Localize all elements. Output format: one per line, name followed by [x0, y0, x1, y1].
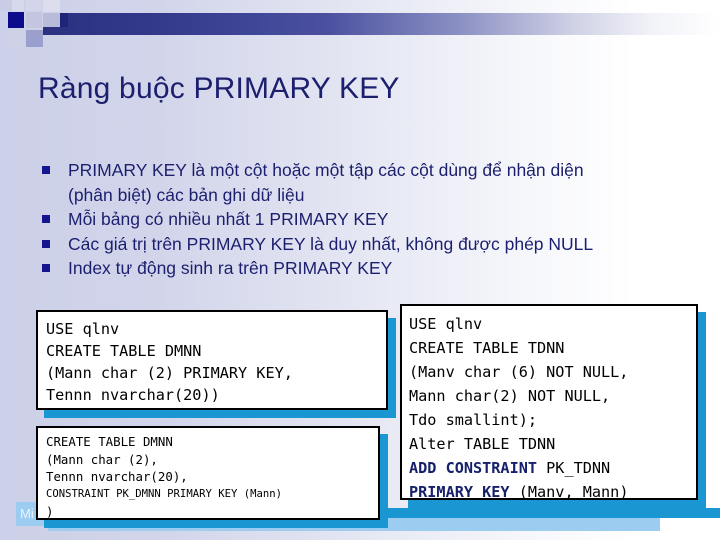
code-line: Mann char(2) NOT NULL, — [409, 387, 611, 405]
code-line: ) — [46, 504, 54, 519]
slide-canvas: Ràng buộc PRIMARY KEY PRIMARY KEY là một… — [0, 0, 720, 540]
code-line: ADD CONSTRAINT PK_TDNN — [409, 456, 696, 480]
code-text: (Manv, Mann) — [509, 483, 629, 501]
bullet-square-icon — [42, 264, 50, 272]
code-line: PRIMARY KEY (Manv, Mann) — [409, 480, 696, 504]
code-line: USE qlnv — [409, 315, 483, 333]
deco-square — [43, 0, 60, 12]
code-line: (Manv char (6) NOT NULL, — [409, 363, 629, 381]
list-item-label-cont: (phân biệt) các bản ghi dữ liệu — [68, 184, 305, 205]
deco-square — [26, 30, 43, 47]
deco-square — [26, 12, 42, 28]
page-title: Ràng buộc PRIMARY KEY — [38, 72, 400, 105]
list-item: Các giá trị trên PRIMARY KEY là duy nhất… — [40, 232, 690, 257]
header-gradient-bar — [43, 13, 720, 35]
code-keyword: ADD CONSTRAINT — [409, 459, 538, 477]
code-block-create-table-dmnn-constraint: CREATE TABLE DMNN (Mann char (2), Tennn … — [36, 426, 380, 520]
list-item-label: Mỗi bảng có nhiều nhất 1 PRIMARY KEY — [68, 209, 389, 229]
code-block-create-table-dmnn-inline: USE qlnv CREATE TABLE DMNN (Mann char (2… — [36, 310, 388, 410]
list-item-label: PRIMARY KEY là một cột hoặc một tập các … — [68, 160, 584, 180]
bullet-square-icon — [42, 166, 50, 174]
deco-square — [43, 13, 60, 27]
code-text: PK_TDNN — [537, 459, 611, 477]
deco-square — [8, 30, 24, 47]
code-block-alter-table-tdnn: USE qlnv CREATE TABLE TDNN (Manv char (6… — [400, 304, 698, 501]
list-item: Mỗi bảng có nhiều nhất 1 PRIMARY KEY — [40, 207, 690, 232]
code-line: Tennn nvarchar(20), — [46, 469, 188, 484]
deco-square — [0, 0, 12, 11]
code-line: Tennn nvarchar(20)) — [46, 386, 220, 404]
code-line: CREATE TABLE TDNN — [409, 339, 565, 357]
code-line-constraint: CONSTRAINT PK_DMNN PRIMARY KEY (Mann) — [46, 487, 282, 500]
code-line: USE qlnv — [46, 320, 120, 338]
list-item-label: Index tự động sinh ra trên PRIMARY KEY — [68, 258, 393, 278]
deco-square-accent — [60, 13, 68, 27]
code-line: (Mann char (2) PRIMARY KEY, — [46, 364, 293, 382]
list-item-label: Các giá trị trên PRIMARY KEY là duy nhất… — [68, 233, 594, 254]
code-line: CREATE TABLE DMNN — [46, 434, 173, 449]
code-keyword: PRIMARY KEY — [409, 483, 510, 501]
bullet-square-icon — [42, 215, 50, 223]
code-line: Alter TABLE TDNN — [409, 435, 556, 453]
list-item: PRIMARY KEY là một cột hoặc một tập các … — [40, 158, 690, 207]
code-line: Tdo smallint); — [409, 411, 538, 429]
bullet-list: PRIMARY KEY là một cột hoặc một tập các … — [40, 158, 690, 281]
list-item: Index tự động sinh ra trên PRIMARY KEY — [40, 256, 690, 281]
deco-square-accent — [8, 12, 24, 28]
code-line: CREATE TABLE DMNN — [46, 342, 202, 360]
bullet-square-icon — [42, 239, 50, 248]
deco-square — [26, 0, 42, 11]
code-line: (Mann char (2), — [46, 451, 158, 467]
